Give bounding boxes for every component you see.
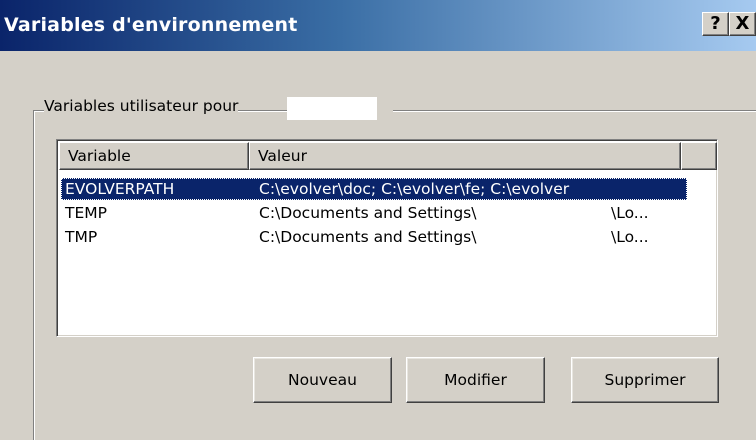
list-row[interactable]: TEMP C:\Documents and Settings\ \Lo... bbox=[61, 202, 687, 224]
list-header: Variable Valeur bbox=[59, 142, 717, 170]
close-button[interactable]: X bbox=[729, 12, 756, 36]
row-value: C:\Documents and Settings\ bbox=[259, 228, 477, 246]
help-button[interactable]: ? bbox=[702, 12, 729, 36]
group-label-gap bbox=[377, 104, 393, 116]
column-header-value[interactable]: Valeur bbox=[249, 142, 681, 170]
window-title: Variables d'environnement bbox=[4, 14, 298, 36]
edit-button[interactable]: Modifier bbox=[406, 357, 545, 403]
group-label: Variables utilisateur pour bbox=[44, 97, 239, 115]
list-row[interactable]: TMP C:\Documents and Settings\ \Lo... bbox=[61, 226, 687, 248]
row-value: C:\Documents and Settings\ bbox=[259, 204, 477, 222]
title-bar[interactable]: Variables d'environnement ? X bbox=[0, 0, 756, 51]
new-button[interactable]: Nouveau bbox=[253, 357, 392, 403]
close-icon: X bbox=[735, 13, 750, 34]
username-redacted bbox=[287, 97, 377, 120]
delete-button[interactable]: Supprimer bbox=[571, 357, 719, 403]
list-row[interactable]: EVOLVERPATH C:\evolver\doc; C:\evolver\f… bbox=[61, 178, 687, 200]
row-value-tail: \Lo... bbox=[611, 204, 649, 222]
help-icon: ? bbox=[710, 13, 721, 34]
variables-list[interactable]: Variable Valeur EVOLVERPATH C:\evolver\d… bbox=[56, 139, 718, 337]
column-header-variable[interactable]: Variable bbox=[59, 142, 249, 170]
row-variable: TEMP bbox=[65, 204, 107, 222]
row-value: C:\evolver\doc; C:\evolver\fe; C:\evolve… bbox=[259, 180, 570, 198]
column-header-filler bbox=[681, 142, 717, 170]
row-variable: EVOLVERPATH bbox=[65, 180, 175, 198]
row-value-tail: \Lo... bbox=[611, 228, 649, 246]
row-variable: TMP bbox=[65, 228, 98, 246]
